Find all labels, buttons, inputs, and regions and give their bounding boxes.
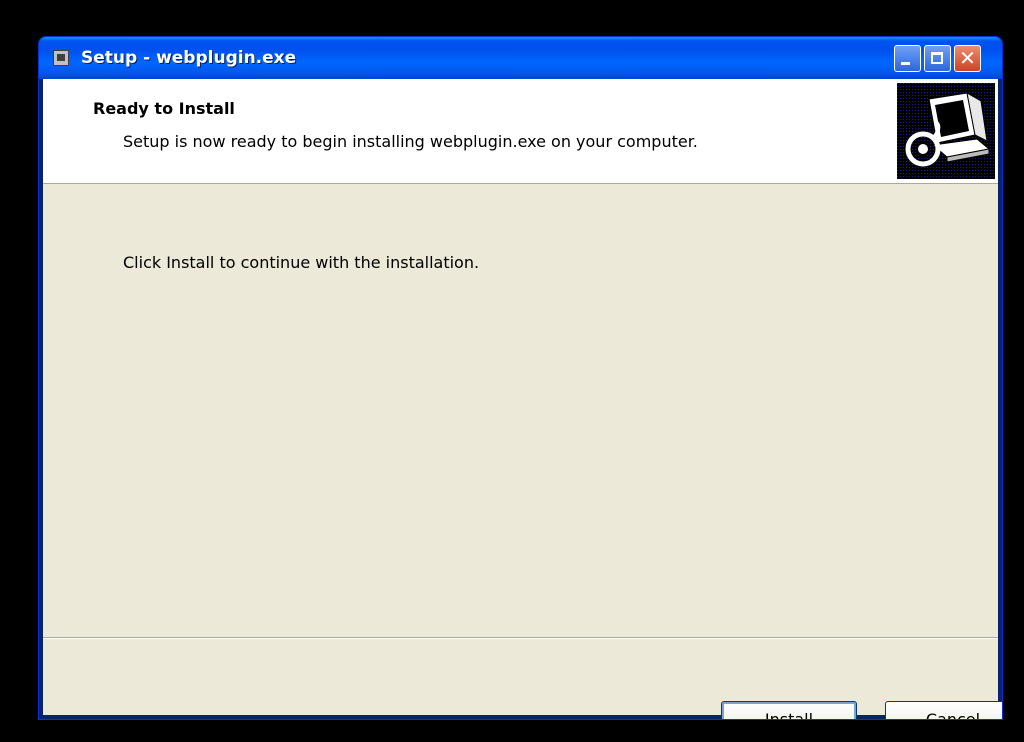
setup-window: Setup - webplugin.exe ✕ Ready to Install…: [38, 36, 1003, 720]
page-title: Ready to Install: [93, 99, 235, 118]
cancel-button[interactable]: Cancel: [885, 701, 1002, 719]
window-title: Setup - webplugin.exe: [81, 48, 297, 68]
page-subtitle: Setup is now ready to begin installing w…: [123, 132, 698, 151]
wizard-client-area: Ready to Install Setup is now ready to b…: [43, 79, 1002, 719]
wizard-header: Ready to Install Setup is now ready to b…: [43, 79, 998, 184]
app-icon[interactable]: [53, 50, 69, 66]
install-button[interactable]: Install: [721, 701, 857, 719]
computer-install-icon: [897, 83, 995, 179]
instruction-text: Click Install to continue with the insta…: [123, 253, 480, 272]
close-button[interactable]: ✕: [954, 45, 981, 72]
minimize-icon: [901, 62, 910, 65]
title-bar[interactable]: Setup - webplugin.exe ✕: [39, 37, 1002, 79]
maximize-button[interactable]: [924, 45, 951, 72]
close-icon: ✕: [959, 46, 976, 70]
minimize-button[interactable]: [894, 45, 921, 72]
footer-divider: [43, 637, 998, 639]
maximize-icon: [931, 52, 943, 64]
